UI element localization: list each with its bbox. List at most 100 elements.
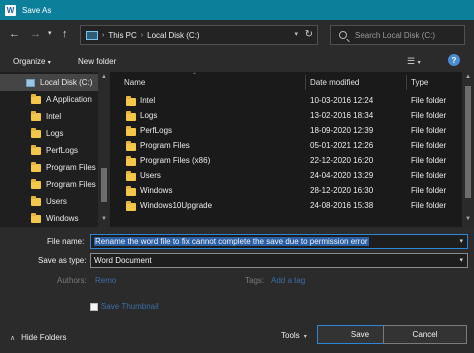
folder-icon [31, 127, 41, 138]
organize-button[interactable]: Organize ▾ [13, 57, 51, 66]
column-header-date[interactable]: Date modified [310, 72, 359, 92]
folder-icon [31, 178, 41, 189]
scroll-down-icon[interactable]: ▼ [101, 216, 107, 222]
save-thumbnail-label[interactable]: Save Thumbnail [101, 302, 159, 311]
hide-folders-button[interactable]: ∧ Hide Folders [10, 333, 66, 342]
file-row[interactable]: Logs 13-02-2016 18:34 File folder [110, 109, 462, 124]
file-row[interactable]: Windows 28-12-2020 16:30 File folder [110, 184, 462, 199]
chevron-right-icon[interactable]: › [141, 32, 143, 39]
file-name: Users [140, 171, 161, 180]
chevron-down-icon: ▾ [47, 60, 51, 66]
nav-item-program-files[interactable]: Program Files [0, 159, 98, 176]
search-input[interactable] [355, 30, 460, 40]
help-icon[interactable]: ? [448, 54, 460, 66]
tools-button[interactable]: Tools ▾ [281, 331, 307, 340]
nav-item-label: Program Files [46, 180, 96, 189]
scrollbar-thumb[interactable] [101, 168, 107, 202]
file-type: File folder [411, 156, 447, 165]
nav-item-label: PerfLogs [46, 146, 79, 155]
address-bar[interactable]: › This PC › Local Disk (C:) ▾ ↻ [80, 25, 318, 45]
nav-item-a-application[interactable]: A Application [0, 91, 98, 108]
chevron-down-icon[interactable]: ▾ [48, 28, 52, 40]
scroll-down-icon[interactable]: ▼ [465, 216, 471, 222]
folder-icon [31, 161, 41, 172]
file-name: Program Files [140, 141, 190, 150]
arrow-left-icon[interactable]: ← [9, 28, 20, 40]
search-icon [339, 31, 347, 39]
save-type-select[interactable]: Word Document ▾ [90, 253, 468, 268]
folder-icon [126, 96, 136, 106]
file-type: File folder [411, 96, 447, 105]
tags-label: Tags: [245, 276, 265, 285]
nav-item-intel[interactable]: Intel [0, 108, 98, 125]
file-row[interactable]: Program Files 05-01-2021 12:26 File fold… [110, 139, 462, 154]
nav-item-program-files-x86[interactable]: Program Files [0, 176, 98, 193]
nav-scrollbar[interactable]: ▲ ▼ [98, 72, 110, 227]
column-divider[interactable] [406, 75, 407, 90]
column-header-type[interactable]: Type [411, 72, 428, 92]
scroll-up-icon[interactable]: ▲ [465, 74, 471, 80]
breadcrumb-local-disk[interactable]: Local Disk (C:) [147, 31, 199, 40]
file-row[interactable]: PerfLogs 18-09-2020 12:39 File folder [110, 124, 462, 139]
nav-item-label: Intel [46, 112, 62, 121]
file-date: 05-01-2021 12:26 [310, 141, 374, 150]
file-row[interactable]: Intel 10-03-2016 12:24 File folder [110, 94, 462, 109]
nav-item-label: Users [46, 197, 67, 206]
save-type-label: Save as type: [38, 256, 87, 265]
arrow-up-icon[interactable]: ↑ [62, 28, 68, 40]
file-name: Logs [140, 111, 158, 120]
folder-icon [31, 212, 41, 223]
organize-label: Organize [13, 57, 46, 66]
file-date: 28-12-2020 16:30 [310, 186, 374, 195]
nav-item-perflogs[interactable]: PerfLogs [0, 142, 98, 159]
column-divider[interactable] [305, 75, 306, 90]
scroll-up-icon[interactable]: ▲ [101, 74, 107, 80]
file-row[interactable]: Windows10Upgrade 24-08-2016 15:38 File f… [110, 199, 462, 214]
file-list: ⌃ Name Date modified Type Intel 10-03-20… [110, 72, 474, 227]
chevron-down-icon[interactable]: ▾ [459, 237, 463, 245]
refresh-icon[interactable]: ↻ [305, 29, 313, 40]
file-date: 10-03-2016 12:24 [310, 96, 374, 105]
folder-icon [126, 141, 136, 151]
chevron-down-icon[interactable]: ▾ [459, 256, 463, 264]
file-date: 13-02-2016 18:34 [310, 111, 374, 120]
nav-item-users[interactable]: Users [0, 193, 98, 210]
file-row[interactable]: Program Files (x86) 22-12-2020 16:20 Fil… [110, 154, 462, 169]
folder-icon [31, 93, 41, 104]
chevron-right-icon[interactable]: › [102, 32, 104, 39]
chevron-down-icon: ▾ [303, 334, 307, 340]
file-name: Windows [140, 186, 173, 195]
folder-icon [126, 171, 136, 181]
computer-icon [86, 30, 98, 40]
nav-item-windows[interactable]: Windows [0, 210, 98, 227]
title-bar: W Save As [0, 0, 474, 20]
chevron-down-icon[interactable]: ▾ [294, 30, 298, 38]
folder-icon [126, 156, 136, 166]
nav-item-label: Windows [46, 214, 79, 223]
nav-item-local-disk[interactable]: Local Disk (C:) [0, 74, 98, 91]
arrow-right-icon[interactable]: → [30, 28, 41, 40]
view-options-icon[interactable]: ☰ ▾ [407, 56, 421, 67]
drive-icon [26, 78, 35, 87]
nav-item-label: A Application [46, 95, 92, 104]
scrollbar-thumb[interactable] [465, 86, 471, 198]
file-name: Windows10Upgrade [140, 201, 213, 210]
cancel-button[interactable]: Cancel [383, 325, 467, 344]
file-type: File folder [411, 171, 447, 180]
authors-value[interactable]: Remo [95, 276, 116, 285]
breadcrumb-this-pc[interactable]: This PC [108, 31, 136, 40]
save-thumbnail-checkbox[interactable] [90, 303, 98, 311]
navigation-bar: ← → ▾ ↑ › This PC › Local Disk (C:) ▾ ↻ [0, 20, 474, 50]
file-type: File folder [411, 186, 447, 195]
sort-ascending-icon: ⌃ [192, 73, 198, 79]
column-header-name[interactable]: Name [124, 72, 145, 92]
add-tag-link[interactable]: Add a tag [271, 276, 305, 285]
authors-label: Authors: [57, 276, 87, 285]
new-folder-button[interactable]: New folder [78, 57, 116, 66]
file-name-value: Rename the word file to fix cannot compl… [94, 237, 369, 246]
file-list-scrollbar[interactable]: ▲ ▼ [462, 72, 474, 227]
search-box[interactable] [330, 25, 465, 45]
file-name-field[interactable]: Rename the word file to fix cannot compl… [90, 234, 468, 249]
nav-item-logs[interactable]: Logs [0, 125, 98, 142]
file-row[interactable]: Users 24-04-2020 13:29 File folder [110, 169, 462, 184]
